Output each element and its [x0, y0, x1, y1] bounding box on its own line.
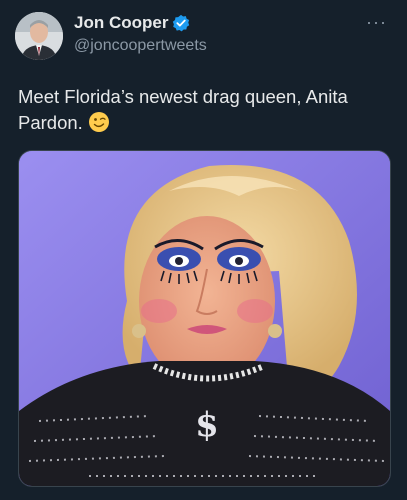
author-display-name[interactable]: Jon Cooper	[74, 13, 168, 33]
drag-queen-portrait: $	[19, 151, 390, 486]
tweet-text-body: Meet Florida’s newest drag queen, Anita …	[18, 86, 348, 133]
author-handle[interactable]: @joncoopertweets	[74, 37, 207, 55]
winking-face-icon	[88, 111, 110, 140]
author-name-row[interactable]: Jon Cooper	[74, 13, 190, 33]
tweet-media-image[interactable]: $	[18, 150, 391, 487]
avatar-image	[15, 12, 63, 60]
avatar[interactable]	[15, 12, 63, 60]
svg-text:$: $	[195, 405, 219, 445]
tweet-text: Meet Florida’s newest drag queen, Anita …	[18, 84, 398, 140]
more-options-icon[interactable]: ···	[366, 12, 387, 33]
verified-badge-icon	[172, 14, 190, 32]
